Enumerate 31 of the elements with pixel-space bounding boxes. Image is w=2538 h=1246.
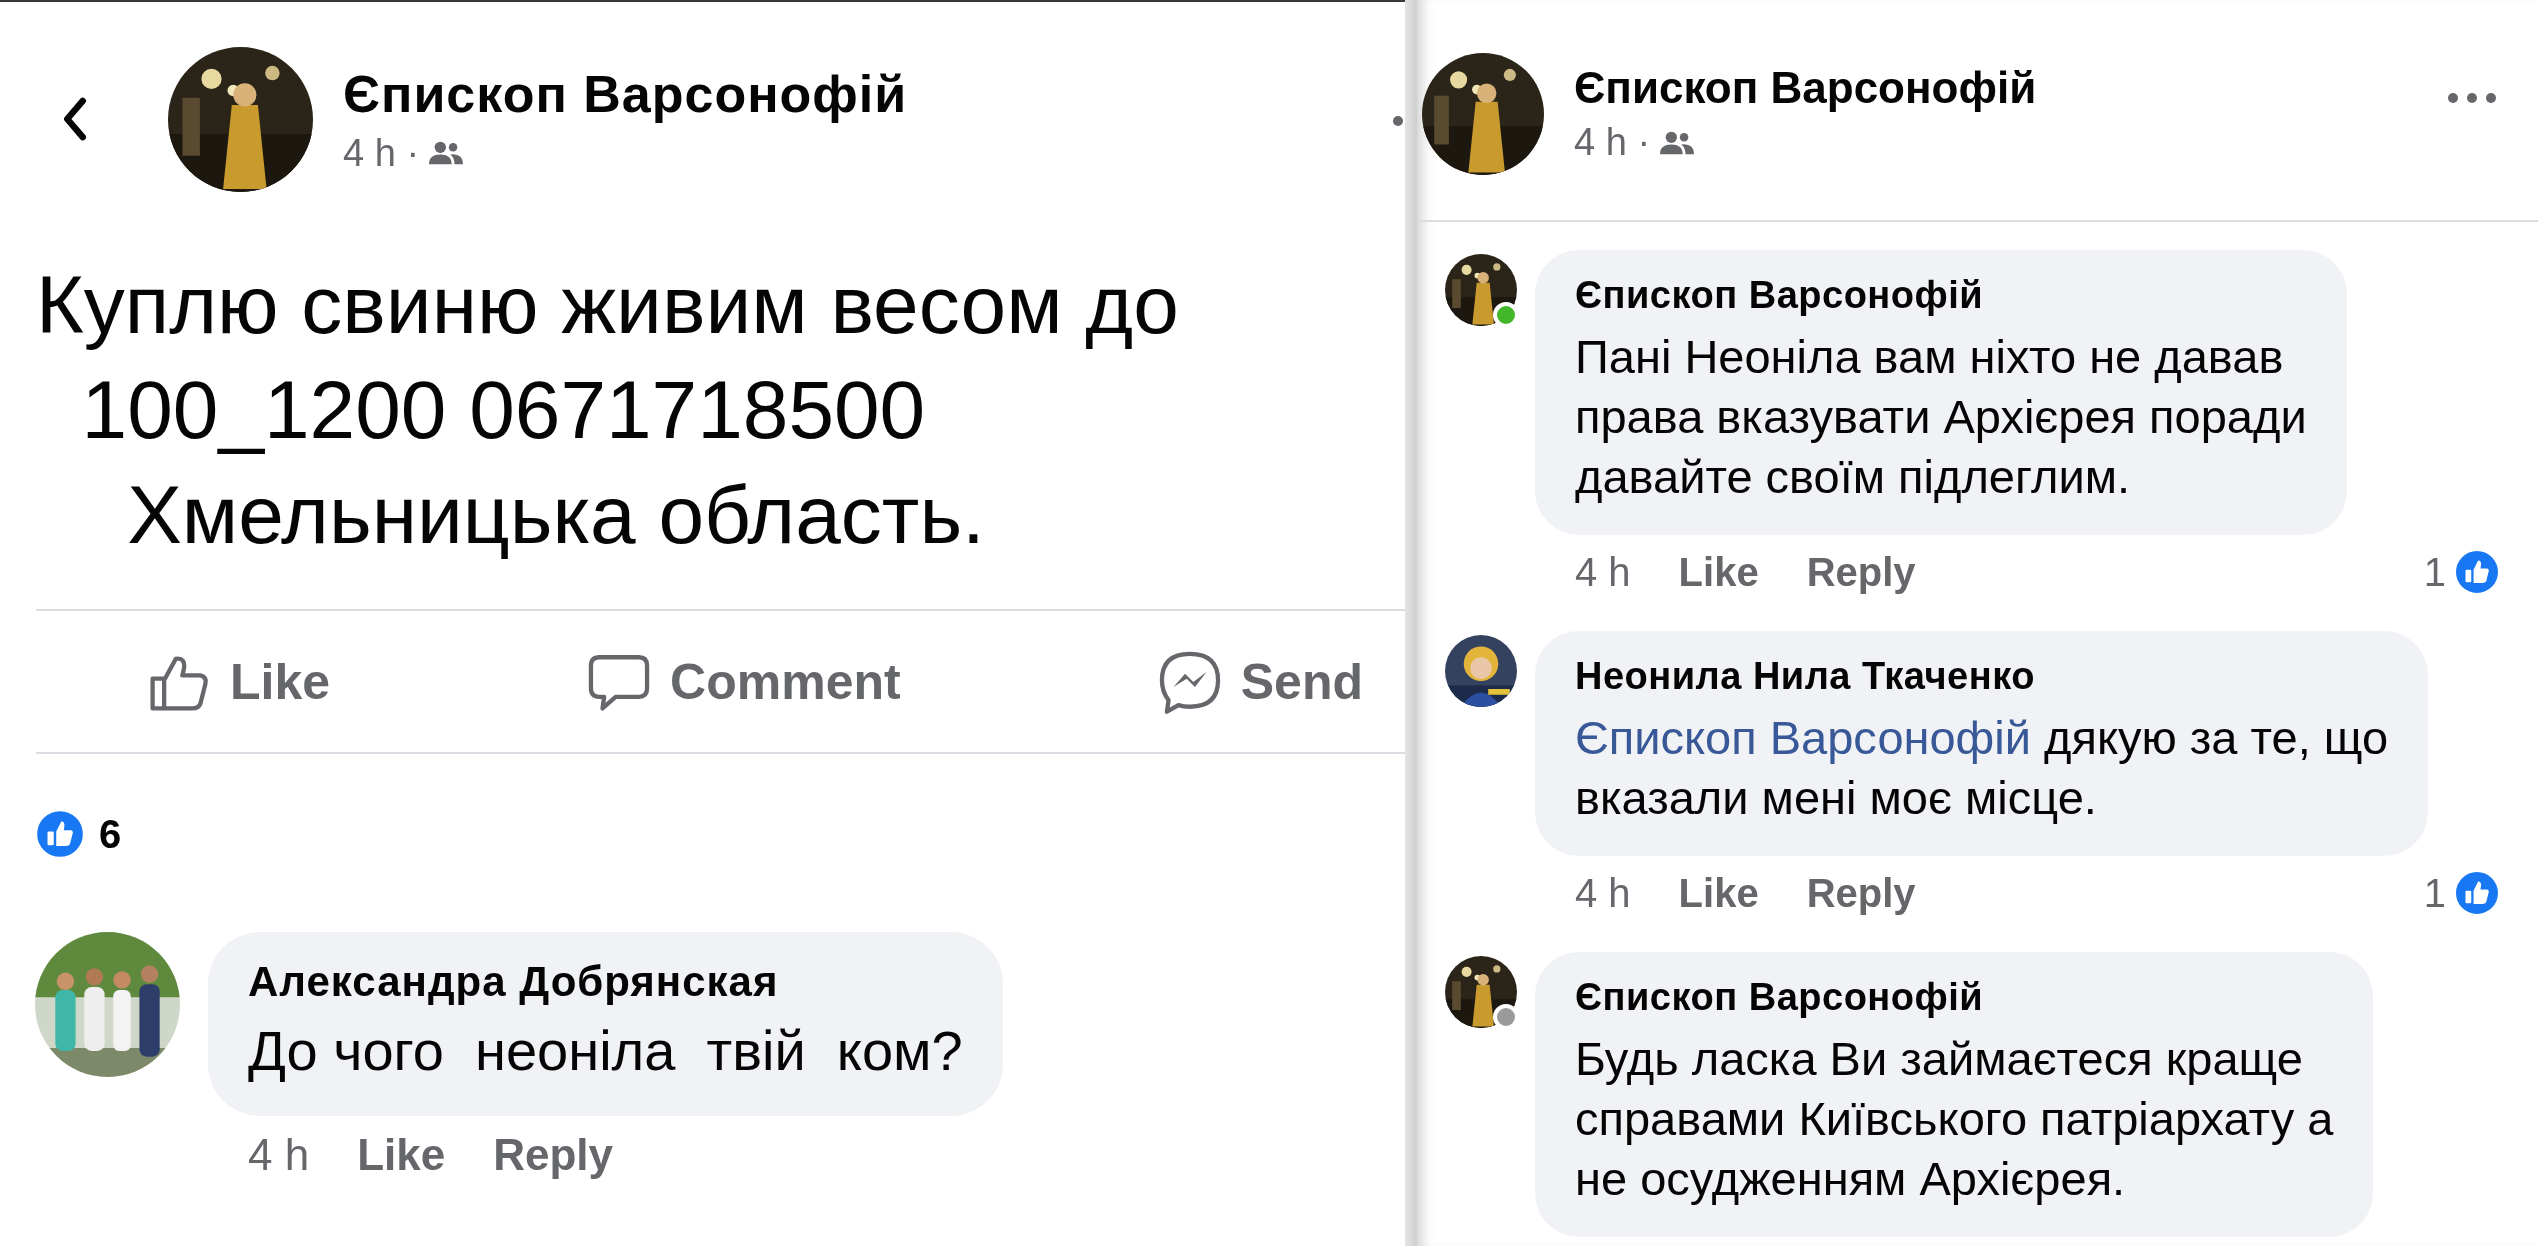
comment-author[interactable]: Єпископ Варсонофій — [1575, 274, 2307, 317]
comment-time: 4 h — [248, 1130, 310, 1180]
like-button[interactable]: Like — [146, 638, 331, 725]
reaction-count: 6 — [99, 811, 122, 857]
reply-link[interactable]: Reply — [1806, 549, 1916, 595]
comment-text: Будь ласка Ви займаєтеся краще справами Київського патріархату а не осудженням Архієрея. — [1575, 1031, 2334, 1207]
send-button[interactable]: Send — [1156, 638, 1363, 725]
reaction-count: 1 — [2423, 870, 2446, 916]
comment-button[interactable]: Comment — [586, 638, 901, 725]
comment-author[interactable]: Александра Добрянская — [248, 958, 963, 1006]
comment-text: Пані Неоніла вам ніхто не давав права вказувати Архієрея поради давайте своїм підлеглим. — [1575, 329, 2307, 505]
post-text: Куплю свиню живим весом до — [36, 258, 1180, 352]
author-name[interactable]: Єпископ Варсонофій — [1574, 63, 2442, 113]
reaction-count: 1 — [2423, 549, 2446, 595]
like-link[interactable]: Like — [1678, 870, 1759, 916]
comment-time: 4 h — [1575, 870, 1631, 916]
mention-link[interactable]: Єпископ Варсонофій — [1575, 711, 2031, 764]
comment-text: Єпископ Варсонофій дякую за те, що вказали мені моє місце. — [1575, 710, 2389, 826]
post-time: 4 h · — [343, 131, 420, 175]
post-time: 4 h · — [1574, 121, 1651, 164]
post-text: 100_1200 0671718500 — [80, 363, 927, 457]
post-text: Хмельницька область. — [126, 468, 986, 562]
comment-time: 4 h — [1575, 549, 1631, 595]
comment-text: До чого неоніла твій ком? — [248, 1018, 963, 1084]
reply-link[interactable]: Reply — [1806, 870, 1916, 916]
like-link[interactable]: Like — [1678, 549, 1759, 595]
like-link[interactable]: Like — [357, 1130, 446, 1180]
reply-link[interactable]: Reply — [493, 1130, 614, 1180]
comment-author[interactable]: Єпископ Варсонофій — [1575, 976, 2334, 1019]
comment-author[interactable]: Неонила Нила Ткаченко — [1575, 655, 2389, 698]
author-name[interactable]: Єпископ Варсонофій — [343, 63, 1393, 124]
